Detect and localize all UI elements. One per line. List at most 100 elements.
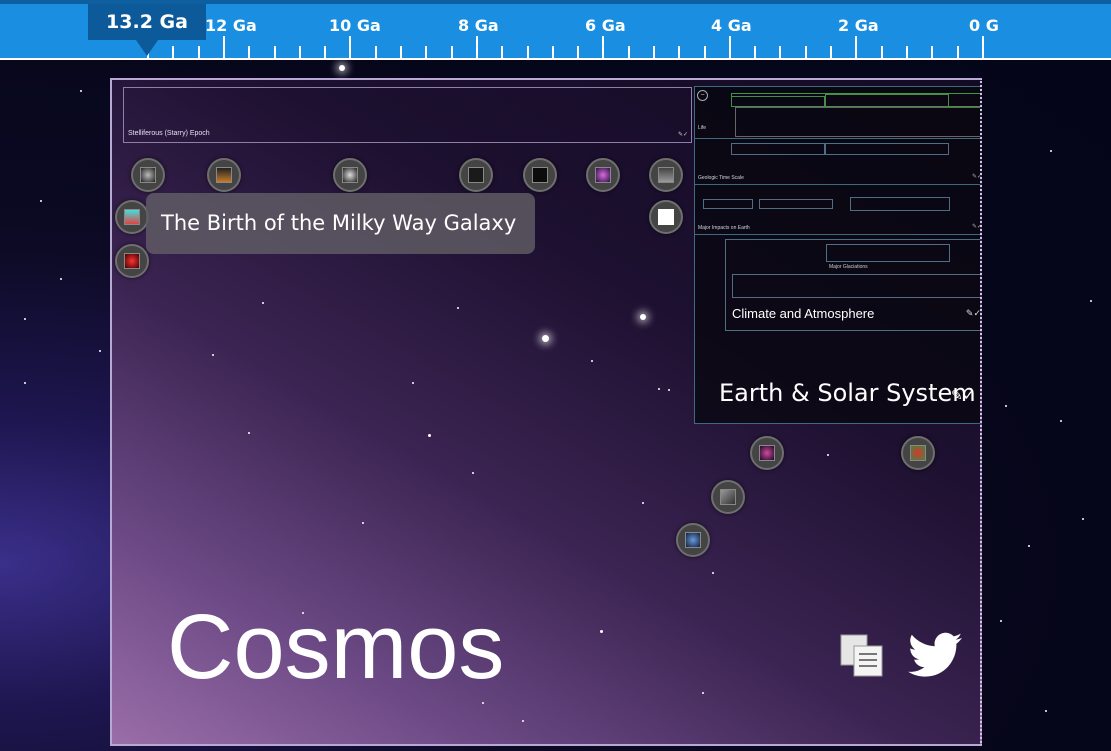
ruler-tick [172,46,174,58]
ruler-tick [375,46,377,58]
life-band [735,107,980,137]
climate-band [732,274,980,298]
ruler-tick [425,46,427,58]
content-item-circle[interactable] [676,523,710,557]
ruler-tick [501,46,503,58]
geologic-band [825,143,949,155]
content-item-circle[interactable] [333,158,367,192]
timeline-label: 2 Ga [838,16,879,35]
geologic-band [731,143,825,155]
content-item-circle[interactable] [115,200,149,234]
impacts-label: Major Impacts on Earth [698,225,750,231]
star [712,572,714,574]
star [472,472,474,474]
content-item-circle[interactable] [649,200,683,234]
star [457,307,459,309]
star [428,434,431,437]
star [339,65,345,71]
star [262,302,264,304]
ruler-tick [754,46,756,58]
geologic-row[interactable]: Geologic Time Scale ✎✓ [695,139,980,185]
star [1028,545,1030,547]
impact-band [759,199,833,209]
content-item-circle[interactable] [115,244,149,278]
star [522,720,524,722]
ruler-tick [451,46,453,58]
star [600,630,603,633]
star [60,278,62,280]
star [1060,420,1062,422]
impact-band [703,199,753,209]
star [80,90,82,92]
ruler-tick [830,46,832,58]
star [212,354,214,356]
cosmos-title: Cosmos [167,596,505,698]
star [1000,620,1002,622]
content-item-circle[interactable] [207,158,241,192]
twitter-icon[interactable] [908,632,962,678]
star [412,382,414,384]
content-item-circle[interactable] [586,158,620,192]
star [591,360,593,362]
star [642,502,644,504]
earth-title: Earth & Solar System [719,379,976,407]
ice-band [826,244,950,262]
earth-share-icon[interactable]: ✎✓ [951,387,974,404]
cosmos-panel[interactable]: Stelliferous (Starry) Epoch ✎✓ The Birth… [110,78,982,746]
star [668,389,670,391]
epoch-panel[interactable]: Stelliferous (Starry) Epoch ✎✓ [123,87,692,143]
content-item-circle[interactable] [649,158,683,192]
earth-solar-system-panel[interactable]: − Life Geologic Time Scale ✎✓ Major Impa… [694,86,980,424]
impacts-share-icon[interactable]: ✎✓ [972,223,980,230]
content-item-circle[interactable] [131,158,165,192]
ruler-tick [779,46,781,58]
star [1090,300,1092,302]
climate-label: Climate and Atmosphere [732,306,875,321]
ruler-tick [274,46,276,58]
timeline-marker[interactable]: 13.2 Ga [88,4,206,56]
star [827,454,829,456]
star [1005,405,1007,407]
content-item-circle[interactable] [901,436,935,470]
climate-panel[interactable]: Major Glaciations Climate and Atmosphere… [725,239,980,331]
star [1050,150,1052,152]
climate-share-icon[interactable]: ✎✓ [966,308,980,319]
ruler-tick [299,46,301,58]
ruler-tick [704,46,706,58]
life-row[interactable]: Life [695,87,980,139]
life-label: Life [698,125,707,131]
timeline-label: 10 Ga [329,16,381,35]
ruler-tick [982,36,984,58]
ruler-tick [628,46,630,58]
epoch-share-icon[interactable]: ✎✓ [678,131,688,138]
star [658,388,660,390]
life-band [731,96,825,107]
ruler-tick [349,36,351,58]
star [1045,710,1047,712]
ruler-tick [324,46,326,58]
ruler-tick [906,46,908,58]
ruler-tick [855,36,857,58]
star [362,522,364,524]
star [1082,518,1084,520]
star [248,432,250,434]
content-item-circle[interactable] [711,480,745,514]
ruler-tick [400,46,402,58]
impact-band [850,197,950,211]
content-item-circle[interactable] [459,158,493,192]
impacts-row[interactable]: Major Impacts on Earth ✎✓ [695,185,980,235]
timeline-label: 0 G [969,16,999,35]
ruler-tick [223,36,225,58]
life-band [825,94,949,107]
content-item-circle[interactable] [750,436,784,470]
epoch-label: Stelliferous (Starry) Epoch [128,130,210,137]
content-item-circle[interactable] [523,158,557,192]
ruler-tick [602,36,604,58]
star [702,692,704,694]
copy-icon[interactable] [840,634,884,678]
star [40,200,42,202]
geologic-share-icon[interactable]: ✎✓ [972,173,980,180]
ruler-tick [653,46,655,58]
ruler-tick [577,46,579,58]
timeline-label: 12 Ga [205,16,257,35]
